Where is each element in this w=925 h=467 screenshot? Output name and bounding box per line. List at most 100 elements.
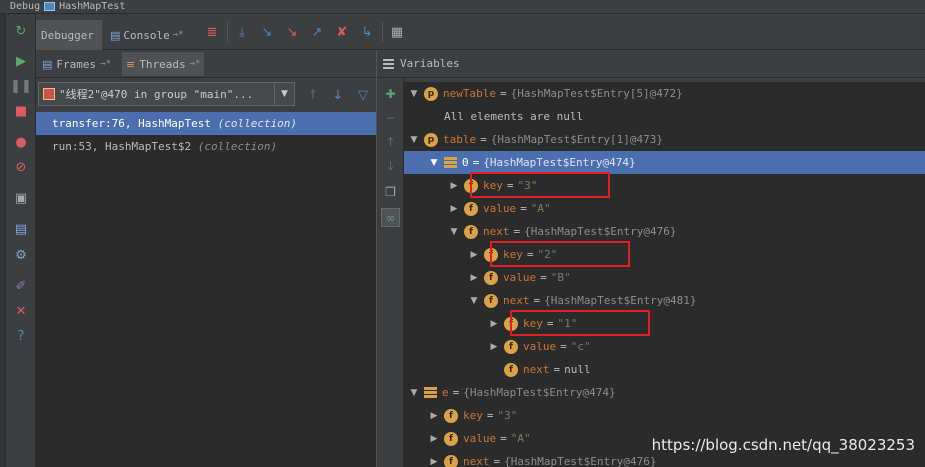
console-icon: ▤ [110,28,121,42]
show-watches-icon[interactable]: ∞ [381,208,400,227]
drop-frame-icon[interactable]: ✘ [332,22,352,42]
move-down-icon[interactable]: ↓ [381,156,400,175]
variable-value: {HashMapTest$Entry[1]@473} [490,133,663,146]
run-to-cursor-icon[interactable]: ↳ [357,22,377,42]
variables-icon [383,58,394,69]
variable-row[interactable]: ▶ f key = "1" [404,312,925,335]
new-watch-icon[interactable]: ✚ [381,84,400,103]
variable-row[interactable]: ▶ f value = "A" [404,197,925,220]
variable-row[interactable]: All elements are null [404,105,925,128]
frames-pin-icon: →* [100,59,111,69]
copy-icon[interactable]: ❐ [381,182,400,201]
frame-row[interactable]: transfer:76, HashMapTest (collection) [36,112,376,135]
collapse-arrow-icon[interactable]: ▼ [408,135,420,145]
variable-row[interactable]: ▶ f value = "c" [404,335,925,358]
frame-row[interactable]: run:53, HashMapTest$2 (collection) [36,135,376,158]
frame-method: transfer:76, HashMapTest [52,117,211,130]
rerun-icon[interactable]: ↻ [12,22,30,40]
equals-sign: = [520,202,527,215]
toolbar-separator [227,22,228,42]
show-execution-point-icon[interactable]: ≣ [202,22,222,42]
expand-arrow-icon[interactable]: ▶ [448,181,460,191]
variable-value: "B" [550,271,571,284]
field-icon: f [484,270,498,285]
frame-tag: (collection) [217,117,298,130]
expand-arrow-icon[interactable]: ▶ [448,204,460,214]
collapse-arrow-icon[interactable]: ▼ [408,89,420,99]
move-up-icon[interactable]: ↑ [381,132,400,151]
expand-arrow-icon[interactable]: ▶ [468,273,480,283]
equals-sign: = [472,156,480,169]
tab-console[interactable]: ▤ Console →* [106,20,198,50]
collapse-arrow-icon[interactable]: ▼ [468,296,480,306]
variable-row[interactable]: ▼ p newTable = {HashMapTest$Entry[5]@472} [404,82,925,105]
expand-arrow-icon[interactable]: ▶ [428,457,440,467]
step-over-icon[interactable]: ⤓ [232,22,252,42]
tab-threads[interactable]: ≡ Threads →* [122,52,205,76]
pause-icon[interactable]: ❚❚ [10,77,32,95]
frames-list: transfer:76, HashMapTest (collection) ru… [36,112,376,158]
expand-arrow-icon[interactable]: ▶ [488,319,500,329]
help-icon[interactable]: ? [12,327,30,345]
expand-arrow-icon[interactable]: ▶ [428,434,440,444]
collapse-arrow-icon[interactable]: ▼ [408,388,420,398]
view-breakpoints-icon[interactable]: ● [12,133,30,151]
variable-value: "c" [570,340,591,353]
evaluate-expression-icon[interactable]: ▦ [387,22,407,42]
step-into-icon[interactable]: ↘ [257,22,277,42]
tab-debugger[interactable]: Debugger [36,20,102,50]
field-icon: f [504,339,518,354]
variable-row[interactable]: ▼ f next = {HashMapTest$Entry@481} [404,289,925,312]
tab-frames[interactable]: ▤ Frames →* [38,52,115,76]
next-frame-icon[interactable]: ↓ [329,86,347,104]
remove-watch-icon[interactable]: − [381,108,400,127]
chevron-down-icon[interactable]: ▼ [274,83,294,105]
mute-breakpoints-icon[interactable]: ⊘ [12,158,30,176]
variable-value: All elements are null [444,110,584,123]
variable-row[interactable]: ▶ f value = "B" [404,266,925,289]
variable-name: e [442,386,449,399]
stop-icon[interactable]: ■ [12,102,30,120]
thread-selector-row: "线程2"@470 in group "main"... ▼ ↑ ↓ ▽ [36,78,376,112]
filter-icon[interactable]: ▽ [354,86,372,104]
variable-row[interactable]: f next = null [404,358,925,381]
previous-frame-icon[interactable]: ↑ [304,86,322,104]
variable-row[interactable]: ▼ 0 = {HashMapTest$Entry@474} [404,151,925,174]
field-icon: f [464,224,478,239]
equals-sign: = [500,432,507,445]
thread-combo[interactable]: "线程2"@470 in group "main"... ▼ [38,82,295,106]
resume-icon[interactable]: ▶ [12,52,30,70]
variable-name: table [443,133,477,146]
thread-icon [43,88,55,100]
field-icon: f [504,362,518,377]
array-icon [424,387,437,398]
variable-row[interactable]: ▼ e = {HashMapTest$Entry@474} [404,381,925,404]
variable-row[interactable]: ▼ f next = {HashMapTest$Entry@476} [404,220,925,243]
frames-panel-header: ▤ Frames →* ≡ Threads →* [36,50,376,78]
run-config-name[interactable]: HashMapTest [59,1,125,12]
collapse-arrow-icon[interactable]: ▼ [448,227,460,237]
variable-value: null [564,363,591,376]
camera-icon[interactable]: ▣ [12,189,30,207]
expand-arrow-icon[interactable]: ▶ [468,250,480,260]
variable-row[interactable]: ▼ p table = {HashMapTest$Entry[1]@473} [404,128,925,151]
frames-icon: ▤ [42,57,53,71]
variable-value: {HashMapTest$Entry@481} [544,294,697,307]
variable-row[interactable]: ▶ f key = "3" [404,404,925,427]
collapse-arrow-icon[interactable]: ▼ [428,158,440,168]
run-config-icon [44,2,56,11]
variable-name: 0 [462,156,469,169]
variable-row[interactable]: ▶ f key = "2" [404,243,925,266]
pin-tab-icon[interactable]: ✐ [12,277,30,295]
equals-sign: = [533,294,541,307]
force-step-into-icon[interactable]: ↘ [282,22,302,42]
close-icon[interactable]: ✕ [12,302,30,320]
variable-name: key [463,409,483,422]
step-out-icon[interactable]: ↗ [307,22,327,42]
array-icon [444,157,457,168]
layout-icon[interactable]: ▤ [12,220,30,238]
highlight-box [470,172,610,198]
expand-arrow-icon[interactable]: ▶ [488,342,500,352]
settings-gear-icon[interactable]: ⚙ [12,246,30,264]
expand-arrow-icon[interactable]: ▶ [428,411,440,421]
